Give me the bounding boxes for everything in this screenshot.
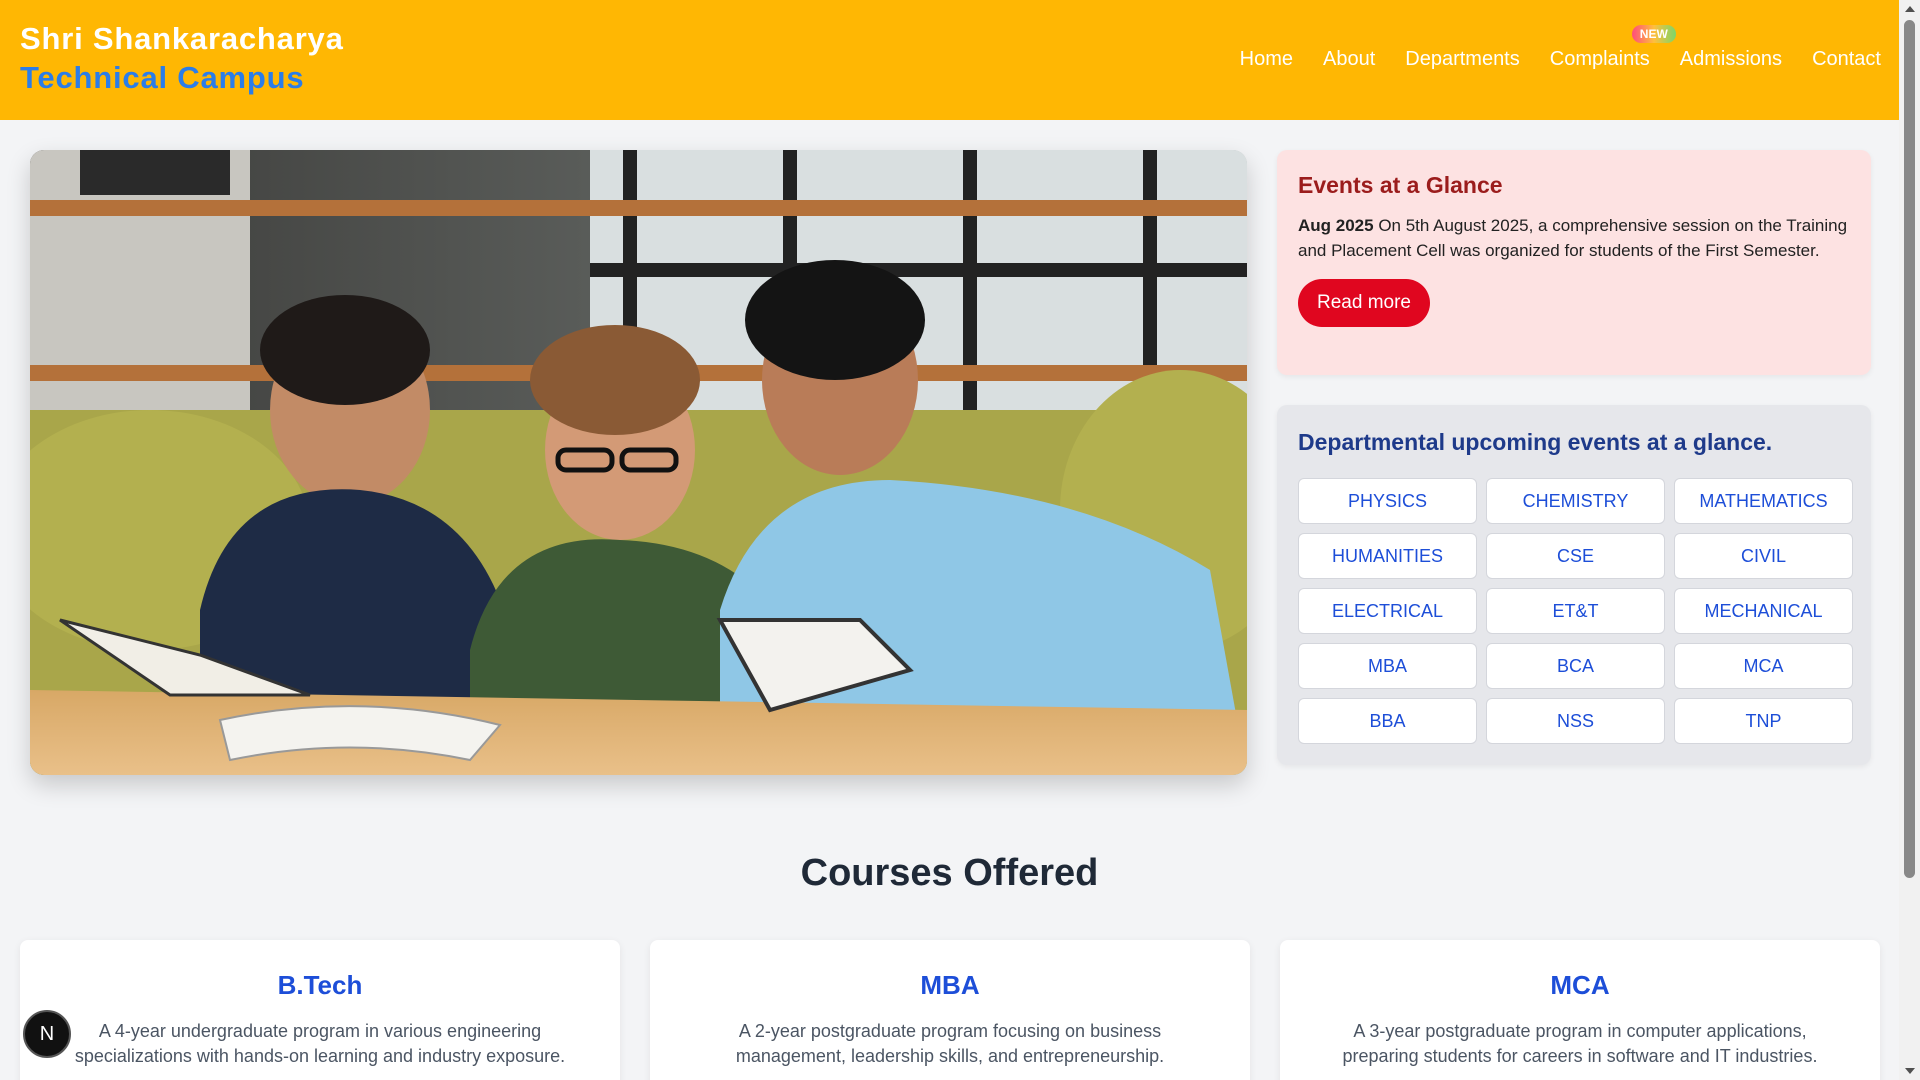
brand-name-line2: Technical Campus <box>20 60 305 95</box>
dept-button-chemistry[interactable]: CHEMISTRY <box>1486 478 1665 524</box>
dept-button-civil[interactable]: CIVIL <box>1674 533 1853 579</box>
dept-button-electrical[interactable]: ELECTRICAL <box>1298 588 1477 634</box>
new-badge: NEW <box>1631 25 1676 43</box>
hero-image <box>30 150 1247 775</box>
course-card-mca[interactable]: MCA A 3-year postgraduate program in com… <box>1280 940 1880 1080</box>
dept-button-mechanical[interactable]: MECHANICAL <box>1674 588 1853 634</box>
scrollbar-thumb[interactable] <box>1904 20 1915 878</box>
events-description: Aug 2025 On 5th August 2025, a comprehen… <box>1298 213 1850 263</box>
nav-complaints-label: Complaints <box>1549 48 1650 70</box>
dept-button-cse[interactable]: CSE <box>1486 533 1665 579</box>
courses-section-title: Courses Offered <box>800 852 1099 894</box>
events-card: Events at a Glance Aug 2025 On 5th Augus… <box>1277 150 1871 375</box>
course-description: A 4-year undergraduate program in variou… <box>74 1021 566 1066</box>
dept-button-bba[interactable]: BBA <box>1298 698 1477 744</box>
course-card-mba[interactable]: MBA A 2-year postgraduate program focusi… <box>650 940 1250 1080</box>
nav-departments[interactable]: Departments <box>1405 48 1520 71</box>
brand-name-line1: Shri Shankaracharya <box>20 21 344 56</box>
course-description: A 3-year postgraduate program in compute… <box>1342 1021 1818 1066</box>
dept-button-nss[interactable]: NSS <box>1486 698 1665 744</box>
dept-button-ett[interactable]: ET&T <box>1486 588 1665 634</box>
dept-button-mathematics[interactable]: MATHEMATICS <box>1674 478 1853 524</box>
page-scrollbar[interactable] <box>1899 0 1920 1080</box>
course-name: MCA <box>1550 970 1610 1000</box>
events-text: On 5th August 2025, a comprehensive sess… <box>1298 216 1848 260</box>
nav-admissions[interactable]: Admissions <box>1680 48 1782 71</box>
nav-complaints[interactable]: Complaints NEW <box>1549 25 1676 71</box>
course-name: MBA <box>920 970 980 1000</box>
nav-home[interactable]: Home <box>1240 48 1293 71</box>
departments-grid: PHYSICS CHEMISTRY MATHEMATICS HUMANITIES… <box>1298 478 1853 744</box>
scroll-up-arrow-icon[interactable] <box>1905 6 1915 12</box>
course-name: B.Tech <box>277 970 363 1000</box>
scroll-down-arrow-icon[interactable] <box>1905 1068 1915 1074</box>
course-description: A 2-year postgraduate program focusing o… <box>735 1021 1165 1066</box>
dept-button-humanities[interactable]: HUMANITIES <box>1298 533 1477 579</box>
dept-button-mba[interactable]: MBA <box>1298 643 1477 689</box>
events-title: Events at a Glance <box>1298 172 1503 198</box>
dept-button-tnp[interactable]: TNP <box>1674 698 1853 744</box>
read-more-button[interactable]: Read more <box>1298 279 1430 327</box>
departments-title: Departmental upcoming events at a glance… <box>1298 429 1773 455</box>
brand-logo[interactable]: Shri Shankaracharya Technical Campus <box>20 20 344 98</box>
main-nav: Home About Departments Complaints NEW Ad… <box>1240 25 1881 71</box>
dept-button-bca[interactable]: BCA <box>1486 643 1665 689</box>
events-date: Aug 2025 <box>1298 216 1374 235</box>
nextjs-dev-button[interactable]: N <box>23 1010 71 1058</box>
course-card-btech[interactable]: B.Tech A 4-year undergraduate program in… <box>20 940 620 1080</box>
nav-about[interactable]: About <box>1323 48 1375 71</box>
site-header: Shri Shankaracharya Technical Campus Hom… <box>0 0 1899 120</box>
departments-card: Departmental upcoming events at a glance… <box>1277 405 1871 765</box>
dept-button-physics[interactable]: PHYSICS <box>1298 478 1477 524</box>
nav-contact[interactable]: Contact <box>1812 48 1881 71</box>
dept-button-mca[interactable]: MCA <box>1674 643 1853 689</box>
